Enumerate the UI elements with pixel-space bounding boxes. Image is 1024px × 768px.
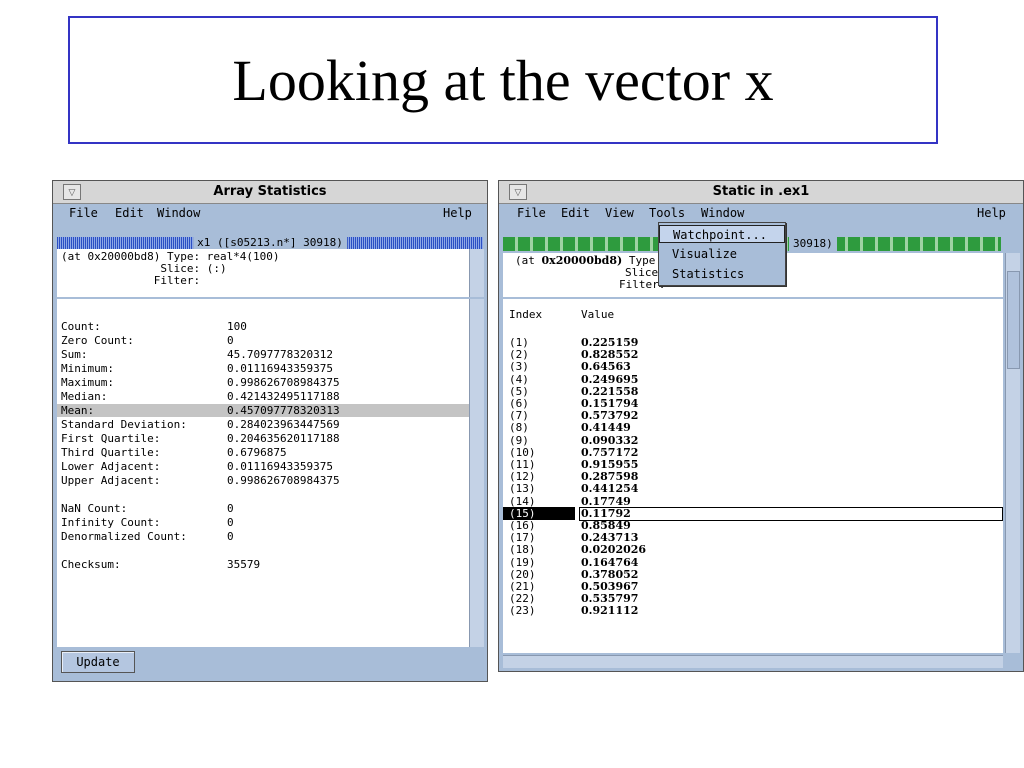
row-value[interactable]: 0.441254 (581, 483, 638, 495)
stat-label: Maximum: (61, 376, 114, 389)
menu-file[interactable]: File (517, 206, 546, 220)
statistics-pane: Count: 100 Zero Count: 0 Sum: 45.709777832031… (57, 299, 469, 647)
column-header-value: Value (581, 308, 615, 321)
stat-label: Lower Adjacent: (61, 460, 161, 473)
title-bar[interactable]: ▽ Array Statistics (53, 181, 487, 204)
menu-help[interactable]: Help (977, 206, 1006, 220)
stat-value: 0.204635620117188 (227, 432, 340, 445)
stat-label: Denormalized Count: (61, 530, 187, 543)
stat-label: Mean: (61, 404, 95, 417)
menu-item-statistics[interactable]: Statistics (659, 265, 785, 283)
tools-dropdown-menu: Watchpoint... Visualize Statistics (658, 222, 786, 286)
menu-file[interactable]: File (69, 206, 98, 220)
selected-row-frame[interactable] (579, 507, 1003, 521)
menu-tools[interactable]: Tools (649, 206, 685, 220)
row-index[interactable]: (13) (509, 483, 536, 495)
menu-bar: File Edit View Tools Window Help (499, 203, 1023, 223)
row-index[interactable]: (18) (509, 544, 536, 556)
stat-label: Sum: (61, 348, 88, 361)
variable-header-tail: 30918) (789, 237, 837, 251)
stat-label: Third Quartile: (61, 446, 161, 459)
row-value[interactable]: 0.0202026 (581, 544, 646, 556)
row-value[interactable]: 0.921112 (581, 605, 638, 617)
stat-label: Median: (61, 390, 108, 403)
row-value[interactable]: 0.41449 (581, 422, 631, 434)
row-value[interactable]: 0.64563 (581, 361, 631, 373)
checksum-label: Checksum: (61, 558, 121, 571)
array-statistics-window: ▽ Array Statistics File Edit Window Help… (52, 180, 488, 682)
values-scrollbar[interactable] (1005, 253, 1020, 653)
menu-item-visualize[interactable]: Visualize (659, 245, 785, 263)
row-index[interactable]: (8) (509, 422, 529, 434)
stat-label: NaN Count: (61, 502, 128, 515)
stat-value: 0.6796875 (227, 446, 287, 459)
slide-title: Looking at the vector x (232, 47, 774, 113)
stat-value: 0.01116943359375 (227, 362, 333, 375)
stat-value: 0 (227, 516, 234, 529)
stat-value: 0 (227, 502, 234, 515)
stat-label: Infinity Count: (61, 516, 161, 529)
variable-header-bar: x1 ([s05213.n*] 30918) (57, 236, 483, 249)
menu-item-watchpoint[interactable]: Watchpoint... (659, 225, 785, 243)
column-header-index: Index (509, 308, 543, 321)
stat-value: 45.7097778320312 (227, 348, 333, 361)
stat-value: 0.01116943359375 (227, 460, 333, 473)
info-scrollbar[interactable] (469, 249, 484, 297)
stat-label: Minimum: (61, 362, 114, 375)
stat-value: 0.421432495117188 (227, 390, 340, 403)
menu-window[interactable]: Window (701, 206, 744, 220)
stat-value: 0.284023963447569 (227, 418, 340, 431)
variable-info-pane: (at 0x20000bd8) Type: real*4(100) Slice:… (57, 249, 469, 297)
info-line-filter: Filter: (61, 274, 201, 287)
checksum-value: 35579 (227, 558, 261, 571)
variable-header-label: x1 ([s05213.n*] 30918) (193, 236, 347, 249)
window-title: Array Statistics (213, 184, 327, 199)
statistics-scrollbar[interactable] (469, 299, 484, 647)
menu-help[interactable]: Help (443, 206, 472, 220)
window-title: Static in .ex1 (712, 184, 810, 199)
stat-value: 100 (227, 320, 247, 333)
slide-title-box: Looking at the vector x (68, 16, 938, 144)
menu-window[interactable]: Window (157, 206, 200, 220)
row-index[interactable]: (23) (509, 605, 536, 617)
stat-label: Upper Adjacent: (61, 474, 161, 487)
update-button[interactable]: Update (61, 651, 135, 673)
menu-edit[interactable]: Edit (561, 206, 590, 220)
stat-label: First Quartile: (61, 432, 161, 445)
stat-label: Count: (61, 320, 101, 333)
row-index[interactable]: (3) (509, 361, 529, 373)
stat-label: Zero Count: (61, 334, 134, 347)
menu-edit[interactable]: Edit (115, 206, 144, 220)
stat-value: 0.457097778320313 (227, 404, 340, 417)
stat-value: 0.998626708984375 (227, 474, 340, 487)
title-bar[interactable]: ▽ Static in .ex1 (499, 181, 1023, 204)
array-values-pane: Index Value (1) 0.225159 (2) 0.828552 (3) 0.6… (503, 299, 1003, 653)
stat-value: 0.998626708984375 (227, 376, 340, 389)
horizontal-scrollbar[interactable] (503, 655, 1003, 668)
stat-label: Standard Deviation: (61, 418, 187, 431)
scroll-thumb[interactable] (1007, 271, 1020, 369)
stat-value: 0 (227, 530, 234, 543)
menu-view[interactable]: View (605, 206, 634, 220)
stat-value: 0 (227, 334, 234, 347)
menu-bar: File Edit Window Help (53, 203, 487, 223)
